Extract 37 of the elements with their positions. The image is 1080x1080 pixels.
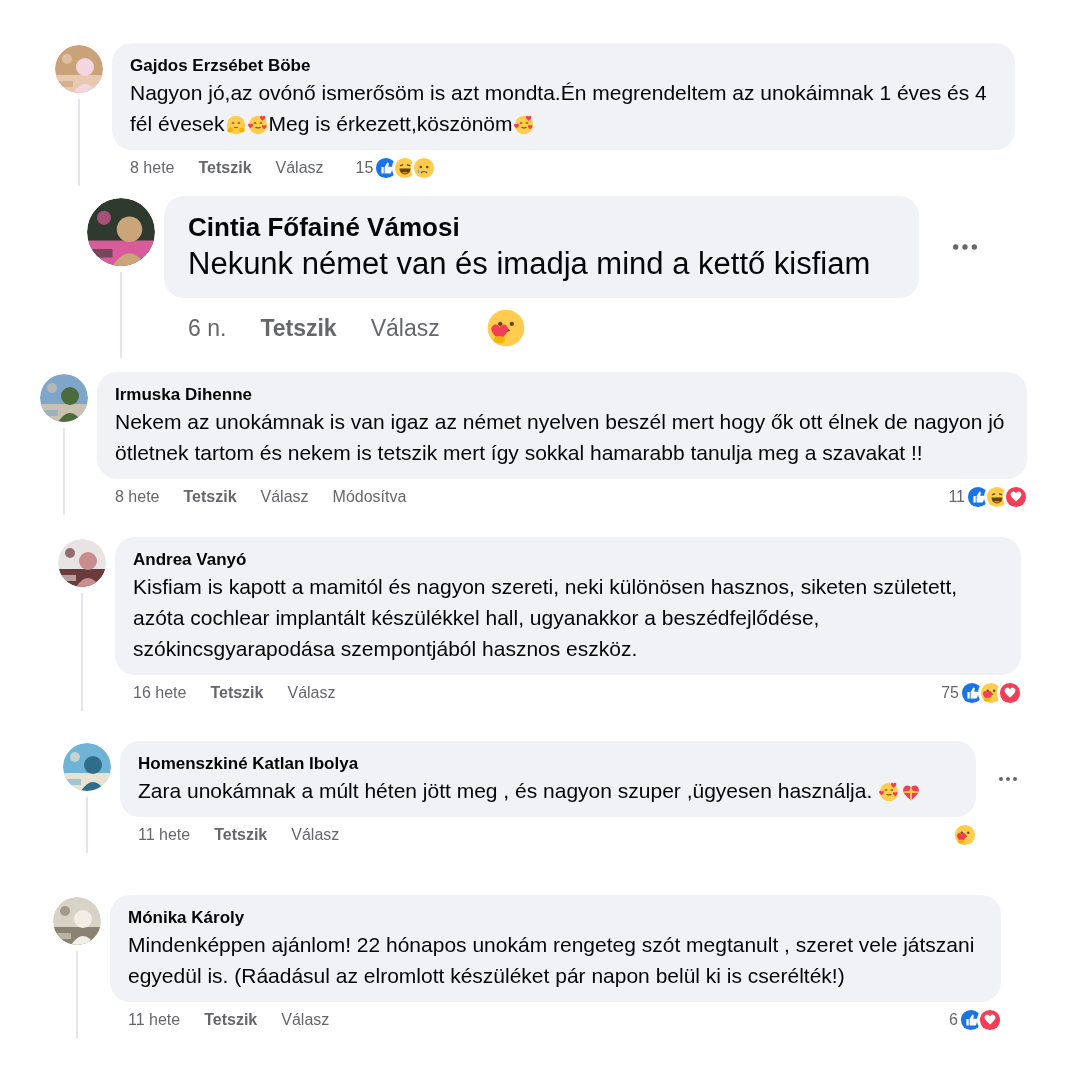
author-name[interactable]: Irmuska Dihenne xyxy=(115,384,1009,406)
author-name[interactable]: Andrea Vanyó xyxy=(133,549,1003,571)
comment-text: Nagyon jó,az ovónő ismerősöm is azt mondta.Én megrendeltem az unokáimnak 1 éves és 4 fél évesek Meg is érkezett,köszönöm xyxy=(130,80,988,137)
more-options-icon[interactable] xyxy=(998,776,1018,782)
edited-label[interactable]: Módosítva xyxy=(332,485,407,509)
comment-text: Kisfiam is kapott a mamitól és nagyon szereti, neki különösen hasznos, siketen született, azóta cochlear implantált készülékkel hall, ugyanakkor a beszédfejlődése, szókincsgyarapodása szempontjából hasznos eszköz. xyxy=(133,574,959,662)
timestamp[interactable]: 11 hete xyxy=(128,1008,181,1032)
reaction-count[interactable]: 11 xyxy=(948,485,965,509)
author-name[interactable]: Cintia Főfainé Vámosi xyxy=(188,210,895,244)
timestamp[interactable]: 8 hete xyxy=(130,156,175,180)
like-link[interactable]: Tetszik xyxy=(214,823,268,847)
more-options-icon[interactable] xyxy=(951,243,979,251)
reaction-count[interactable]: 75 xyxy=(941,681,959,705)
author-name[interactable]: Mónika Károly xyxy=(128,907,983,929)
reply-link[interactable]: Válasz xyxy=(287,681,336,705)
comment-text: Nekunk német van és imadja mind a kettő kisfiam xyxy=(188,245,872,283)
author-name[interactable]: Gajdos Erzsébet Böbe xyxy=(130,55,997,77)
timestamp[interactable]: 11 hete xyxy=(138,823,191,847)
reaction-count[interactable]: 6 xyxy=(949,1008,958,1032)
reply-link[interactable]: Válasz xyxy=(291,823,340,847)
reply-link[interactable]: Válasz xyxy=(370,310,440,346)
comment-text: Zara unokámnak a múlt héten jött meg , és nagyon szuper ,ügyesen használja. xyxy=(138,775,958,806)
comment-text: Nekem az unokámnak is van igaz az német nyelven beszél mert hogy ők ott élnek de nagyon jó ötletnek tartom és nekem is tetszik mert így sokkal hamarabb tanulja meg a szavakat !! xyxy=(115,409,1006,466)
like-link[interactable]: Tetszik xyxy=(210,681,264,705)
reaction-count[interactable]: 15 xyxy=(355,156,374,180)
reply-link[interactable]: Válasz xyxy=(281,1008,330,1032)
like-link[interactable]: Tetszik xyxy=(204,1008,258,1032)
reply-link[interactable]: Válasz xyxy=(260,485,309,509)
reply-link[interactable]: Válasz xyxy=(275,156,324,180)
timestamp[interactable]: 6 n. xyxy=(188,310,227,346)
like-link[interactable]: Tetszik xyxy=(198,156,252,180)
author-name[interactable]: Homenszkiné Katlan Ibolya xyxy=(138,753,958,775)
timestamp[interactable]: 16 hete xyxy=(133,681,187,705)
comment-text: Mindenképpen ajánlom! 22 hónapos unokám rengeteg szót megtanult , szeret vele játszani egyedül is. (Ráadásul az elromlott készüléket pár napon belül ki is cserélték!) xyxy=(128,932,976,989)
like-link[interactable]: Tetszik xyxy=(183,485,237,509)
timestamp[interactable]: 8 hete xyxy=(115,485,160,509)
like-link[interactable]: Tetszik xyxy=(260,310,337,346)
